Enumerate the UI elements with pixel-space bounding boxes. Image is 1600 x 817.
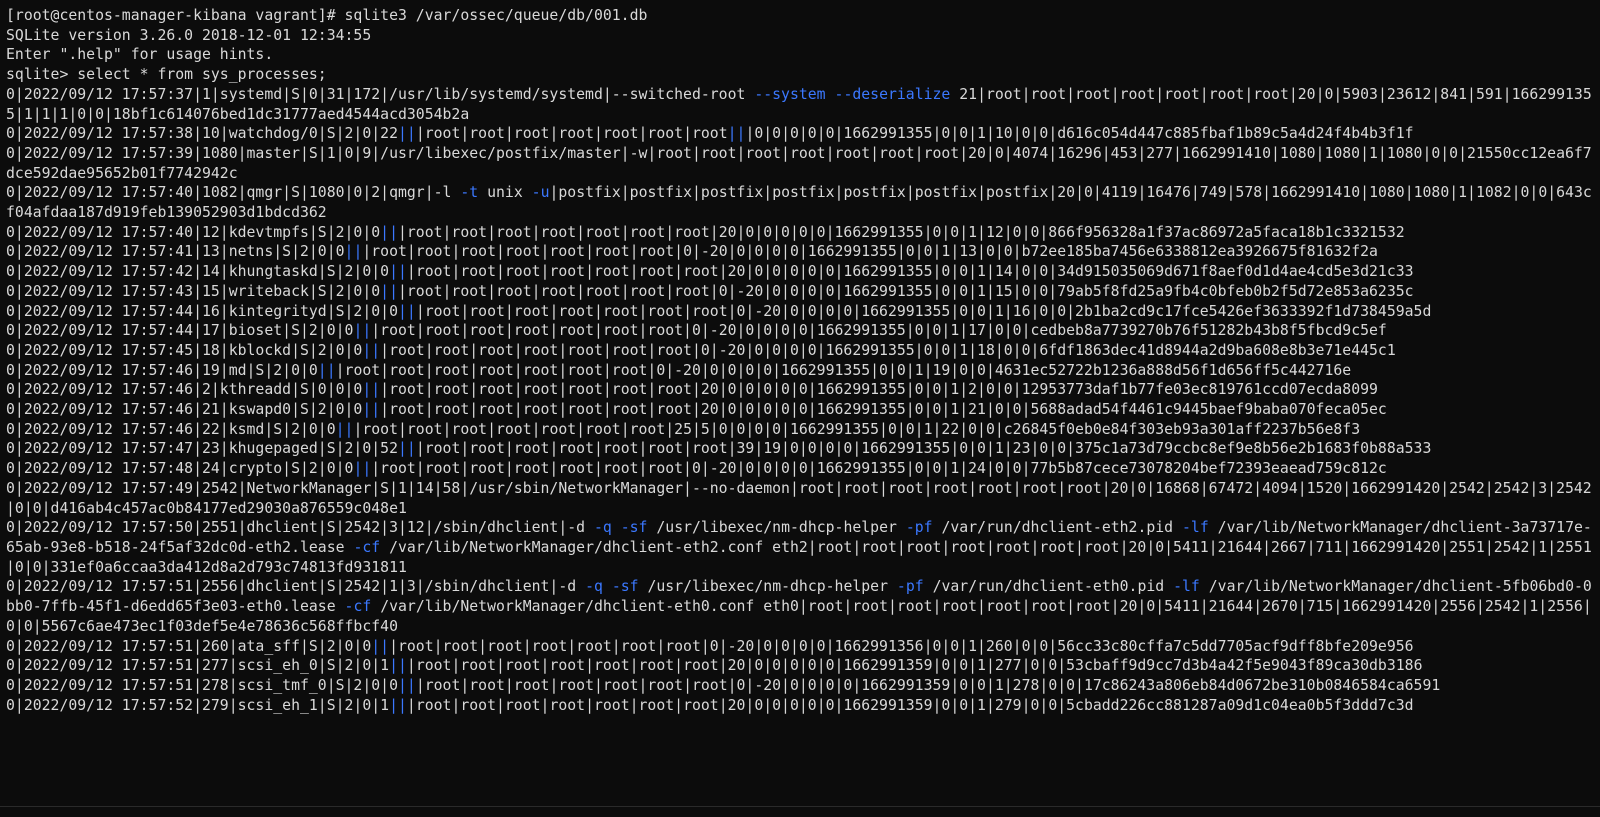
sqlite-query-line: sqlite> select * from sys_processes; xyxy=(6,66,327,84)
query-result-row: 0|2022/09/12 17:57:44|17|bioset|S|2|0|0|… xyxy=(6,322,1387,340)
query-result-row: 0|2022/09/12 17:57:37|1|systemd|S|0|31|1… xyxy=(6,85,1592,123)
sqlite-banner-line: SQLite version 3.26.0 2018-12-01 12:34:5… xyxy=(6,26,372,44)
query-result-row: 0|2022/09/12 17:57:47|23|khugepaged|S|2|… xyxy=(6,440,1432,458)
query-result-row: 0|2022/09/12 17:57:39|1080|master|S|1|0|… xyxy=(6,144,1592,182)
query-result-row: 0|2022/09/12 17:57:45|18|kblockd|S|2|0|0… xyxy=(6,341,1396,359)
query-result-row: 0|2022/09/12 17:57:43|15|writeback|S|2|0… xyxy=(6,282,1414,300)
query-result-row: 0|2022/09/12 17:57:40|12|kdevtmpfs|S|2|0… xyxy=(6,223,1405,241)
query-result-row: 0|2022/09/12 17:57:46|22|ksmd|S|2|0|0|||… xyxy=(6,420,1361,438)
query-result-row: 0|2022/09/12 17:57:46|2|kthreadd|S|0|0|0… xyxy=(6,381,1378,399)
query-result-row: 0|2022/09/12 17:57:41|13|netns|S|2|0|0||… xyxy=(6,243,1378,261)
terminal-bottom-edge xyxy=(0,806,1600,817)
query-result-row: 0|2022/09/12 17:57:40|1082|qmgr|S|1080|0… xyxy=(6,184,1592,222)
sqlite-banner-line: Enter ".help" for usage hints. xyxy=(6,46,274,64)
query-result-row: 0|2022/09/12 17:57:38|10|watchdog/0|S|2|… xyxy=(6,125,1414,143)
query-result-row: 0|2022/09/12 17:57:51|278|scsi_tmf_0|S|2… xyxy=(6,676,1441,694)
shell-prompt-line: [root@centos-manager-kibana vagrant]# sq… xyxy=(6,7,648,24)
query-result-row: 0|2022/09/12 17:57:46|21|kswapd0|S|2|0|0… xyxy=(6,401,1387,419)
terminal-window[interactable]: [root@centos-manager-kibana vagrant]# sq… xyxy=(0,0,1600,817)
query-result-row: 0|2022/09/12 17:57:51|2556|dhclient|S|25… xyxy=(6,578,1592,635)
query-result-row: 0|2022/09/12 17:57:48|24|crypto|S|2|0|0|… xyxy=(6,460,1387,478)
query-result-row: 0|2022/09/12 17:57:51|260|ata_sff|S|2|0|… xyxy=(6,637,1414,655)
query-result-row: 0|2022/09/12 17:57:50|2551|dhclient|S|25… xyxy=(6,519,1592,576)
query-result-row: 0|2022/09/12 17:57:51|277|scsi_eh_0|S|2|… xyxy=(6,657,1423,675)
query-result-row: 0|2022/09/12 17:57:42|14|khungtaskd|S|2|… xyxy=(6,263,1414,281)
query-result-row: 0|2022/09/12 17:57:49|2542|NetworkManage… xyxy=(6,479,1592,517)
query-result-row: 0|2022/09/12 17:57:44|16|kintegrityd|S|2… xyxy=(6,302,1432,320)
query-result-row: 0|2022/09/12 17:57:46|19|md|S|2|0|0|||ro… xyxy=(6,361,1352,379)
terminal-output: [root@centos-manager-kibana vagrant]# sq… xyxy=(6,6,1594,715)
query-result-row: 0|2022/09/12 17:57:52|279|scsi_eh_1|S|2|… xyxy=(6,696,1414,714)
